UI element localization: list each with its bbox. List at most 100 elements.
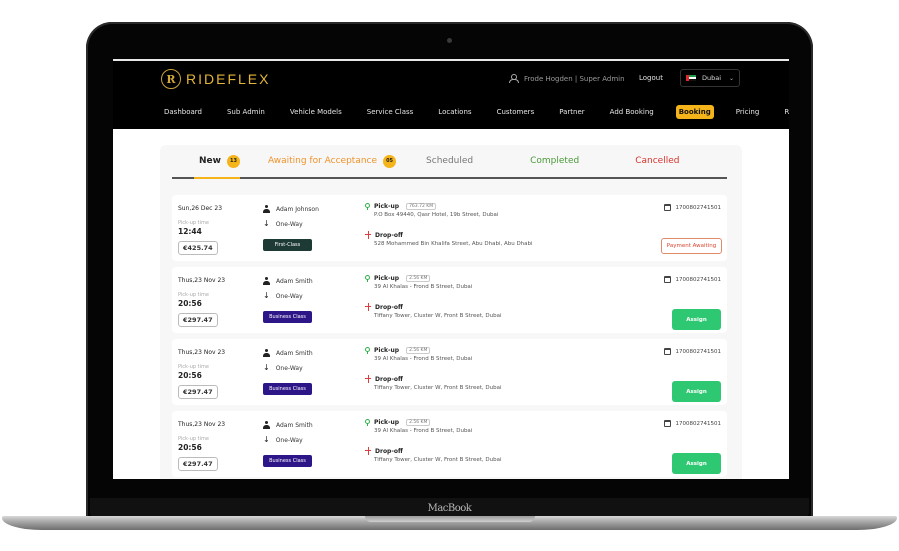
booking-tabs: New 13 Awaiting for Acceptance 05 Schedu…	[172, 145, 727, 179]
trip-type-label: One-Way	[275, 220, 303, 228]
main-content: New 13 Awaiting for Acceptance 05 Schedu…	[113, 129, 789, 479]
person-icon	[263, 277, 270, 285]
nav-service-class[interactable]: Service Class	[364, 105, 417, 119]
nav-sub-admin[interactable]: Sub Admin	[224, 105, 268, 119]
pickup-time-label: Pick-up time	[178, 220, 209, 226]
tab-completed[interactable]: Completed	[530, 145, 579, 177]
nav-dashboard[interactable]: Dashboard	[161, 105, 205, 119]
tab-cancelled[interactable]: Cancelled	[635, 145, 679, 177]
pickup-address: P.O Box 49440, Qasr Hotel, 19b Street, D…	[374, 212, 499, 218]
pickup-label: Pick-up	[374, 203, 400, 210]
user-icon	[509, 74, 519, 83]
tab-new[interactable]: New 13	[194, 145, 240, 179]
booking-card[interactable]: Thus,23 Nov 23 Pick-up time 20:56 €297.4…	[172, 411, 727, 477]
booking-date: Thus,23 Nov 23	[178, 277, 226, 284]
user-info[interactable]: Frode Hogden | Super Admin	[509, 74, 625, 83]
pickup-time-label: Pick-up time	[178, 292, 209, 298]
trip-type: ↓ One-Way	[263, 220, 303, 228]
tab-label: Completed	[530, 156, 580, 166]
user-label: Frode Hogden | Super Admin	[524, 74, 625, 83]
city-select[interactable]: Dubai ⌄	[680, 69, 740, 87]
laptop-notch	[365, 516, 535, 522]
distance-badge: 2.56 KM	[406, 347, 431, 354]
nav-customers[interactable]: Customers	[494, 105, 538, 119]
dropoff-pin-icon	[365, 303, 371, 311]
pickup-label: Pick-up	[374, 347, 400, 354]
pickup-pin-icon	[365, 419, 370, 426]
logout-link[interactable]: Logout	[639, 74, 663, 82]
reference-number: 1700802741501	[675, 348, 722, 355]
dropoff-label: Drop-off	[375, 231, 403, 239]
dropoff-location: Drop-off Tiffany Tower, Cluster W, Front…	[365, 375, 502, 391]
arrow-down-icon: ↓	[263, 363, 270, 372]
nav-locations[interactable]: Locations	[435, 105, 474, 119]
main-nav: Dashboard Sub Admin Vehicle Models Servi…	[161, 105, 789, 119]
count-badge: 05	[383, 154, 397, 168]
pickup-address: 39 Al Khalas - Frond B Street, Dubai	[374, 356, 473, 362]
reference-number: 1700802741501	[675, 204, 722, 211]
calendar-icon	[663, 276, 671, 283]
assign-button[interactable]: Assign	[672, 381, 721, 402]
dropoff-label: Drop-off	[375, 447, 403, 455]
trip-type: ↓ One-Way	[263, 436, 303, 444]
pickup-pin-icon	[365, 275, 370, 282]
brand-logo[interactable]: R RIDEFLEX	[161, 69, 270, 89]
assign-button[interactable]: Assign	[672, 453, 721, 474]
pickup-time: 12:44	[178, 227, 202, 236]
price-tag: €425.74	[178, 241, 218, 255]
trip-type-label: One-Way	[275, 364, 303, 372]
customer-name: Adam Smith	[276, 277, 313, 285]
pickup-pin-icon	[365, 203, 370, 210]
price-tag: €297.47	[178, 313, 218, 327]
tab-label: Scheduled	[426, 156, 474, 166]
camera-icon	[447, 38, 452, 43]
booking-date: Thus,23 Nov 23	[178, 421, 226, 428]
nav-reports[interactable]: Reports	[781, 105, 789, 119]
nav-add-booking[interactable]: Add Booking	[607, 105, 657, 119]
service-class-badge: Business Class	[263, 383, 312, 395]
dropoff-pin-icon	[365, 231, 371, 239]
pickup-label: Pick-up	[374, 275, 400, 282]
arrow-down-icon: ↓	[263, 219, 270, 228]
nav-partner[interactable]: Partner	[556, 105, 587, 119]
brand-name: RIDEFLEX	[186, 71, 271, 87]
laptop-screen: R RIDEFLEX Frode Hogden | Super Admin Lo…	[113, 59, 789, 479]
nav-pricing[interactable]: Pricing	[733, 105, 763, 119]
booking-reference: 1700802741501	[663, 204, 722, 211]
tab-label: Cancelled	[635, 156, 680, 166]
booking-card[interactable]: Sun,26 Dec 23 Pick-up time 12:44 €425.74…	[172, 195, 727, 261]
trip-type-label: One-Way	[275, 436, 303, 444]
customer-name: Adam Smith	[276, 349, 313, 357]
arrow-down-icon: ↓	[263, 435, 270, 444]
pickup-time: 20:56	[178, 299, 202, 308]
reference-number: 1700802741501	[675, 276, 722, 283]
tab-scheduled[interactable]: Scheduled	[426, 145, 473, 177]
trip-type-label: One-Way	[275, 292, 303, 300]
booking-card[interactable]: Thus,23 Nov 23 Pick-up time 20:56 €297.4…	[172, 339, 727, 405]
customer-name: Adam Johnson	[276, 205, 319, 213]
dropoff-address: Tiffany Tower, Cluster W, Front B Street…	[374, 385, 502, 391]
service-class-badge: First-Class	[263, 239, 312, 251]
device-label: MacBook	[427, 503, 472, 514]
pickup-pin-icon	[365, 347, 370, 354]
customer-name: Adam Smith	[276, 421, 313, 429]
tab-label: New	[199, 156, 221, 166]
nav-booking[interactable]: Booking	[675, 105, 714, 119]
payment-awaiting-button[interactable]: Payment Awaiting	[661, 238, 722, 254]
trip-type: ↓ One-Way	[263, 364, 303, 372]
bookings-panel: New 13 Awaiting for Acceptance 05 Schedu…	[160, 145, 742, 479]
assign-button[interactable]: Assign	[672, 309, 721, 330]
city-value: Dubai	[702, 74, 722, 82]
pickup-label: Pick-up	[374, 419, 400, 426]
customer: Adam Smith	[263, 277, 313, 285]
dropoff-pin-icon	[365, 447, 371, 455]
distance-badge: 763.72 KM	[406, 203, 437, 210]
booking-card[interactable]: Thus,23 Nov 23 Pick-up time 20:56 €297.4…	[172, 267, 727, 333]
customer: Adam Johnson	[263, 205, 319, 213]
booking-reference: 1700802741501	[663, 276, 722, 283]
nav-vehicle-models[interactable]: Vehicle Models	[287, 105, 345, 119]
tab-awaiting-acceptance[interactable]: Awaiting for Acceptance 05	[268, 145, 397, 177]
service-class-badge: Business Class	[263, 311, 312, 323]
dropoff-location: Drop-off Tiffany Tower, Cluster W, Front…	[365, 303, 502, 319]
pickup-location: Pick-up 763.72 KM P.O Box 49440, Qasr Ho…	[365, 203, 498, 218]
